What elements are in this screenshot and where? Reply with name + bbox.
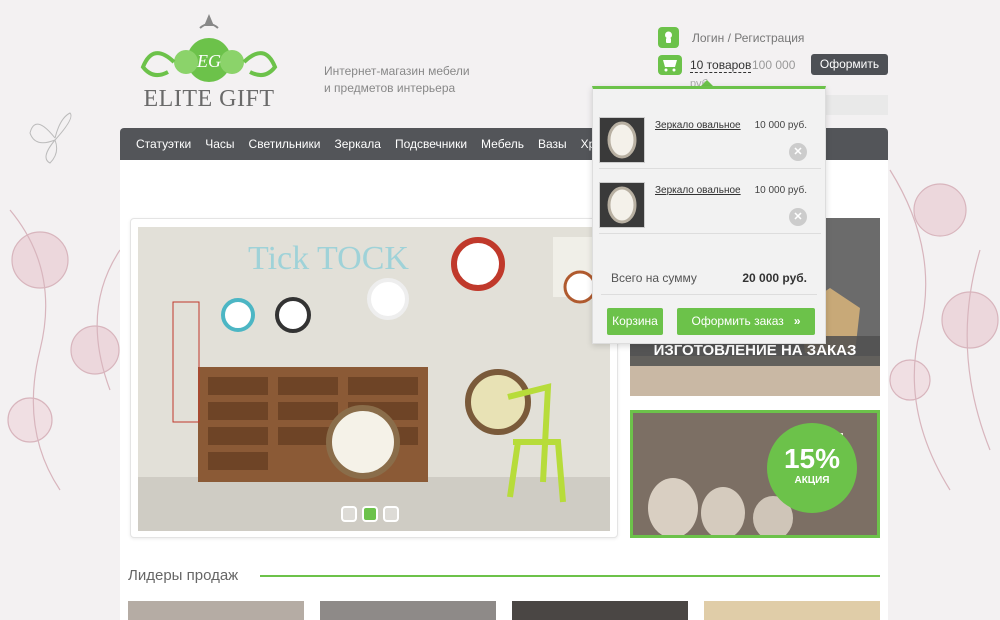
slider-dots — [341, 506, 399, 522]
total-label: Всего на сумму — [611, 271, 697, 285]
nav-item-clocks[interactable]: Часы — [205, 137, 234, 151]
cart-count-link[interactable]: 10 товаров — [690, 58, 752, 73]
logo-monogram: EG — [196, 51, 221, 71]
login-register-link[interactable]: Логин / Регистрация — [692, 31, 804, 45]
bestsellers-list — [128, 601, 880, 620]
slider-dot-1[interactable] — [341, 506, 357, 522]
cart-button[interactable]: Корзина — [607, 308, 663, 335]
cart-item: Зеркало овальное 10 000 руб. ✕ — [599, 176, 821, 234]
floral-decoration-left — [7, 209, 121, 491]
promo-banner[interactable]: 15% АКЦИЯ — [630, 410, 880, 538]
section-divider — [260, 575, 880, 577]
slider-dot-3[interactable] — [383, 506, 399, 522]
tagline-line1: Интернет-магазин мебели — [324, 64, 470, 78]
product-card[interactable] — [320, 601, 496, 620]
total-value: 20 000 руб. — [742, 271, 807, 285]
search-bar[interactable] — [820, 95, 888, 115]
remove-item-icon[interactable]: ✕ — [789, 208, 807, 226]
slider-dot-2[interactable] — [362, 506, 378, 522]
cart-item-price: 10 000 руб. — [754, 185, 807, 196]
product-card[interactable] — [512, 601, 688, 620]
product-card[interactable] — [128, 601, 304, 620]
dropdown-divider — [601, 294, 817, 295]
cart-item-thumbnail[interactable] — [599, 117, 645, 163]
cart-item-price: 10 000 руб. — [754, 120, 807, 131]
promo-label: АКЦИЯ — [794, 475, 830, 486]
product-card[interactable] — [704, 601, 880, 620]
hero-slider[interactable]: Tick TOCK — [130, 218, 618, 538]
butterfly-icon — [29, 112, 72, 164]
chevron-right-icon: » — [793, 314, 801, 328]
cart-dropdown: Зеркало овальное 10 000 руб. ✕ Зеркало о… — [592, 86, 826, 344]
slider-image: Tick TOCK — [138, 227, 610, 531]
tagline-line2: и предметов интерьера — [324, 81, 456, 95]
cart-icon[interactable] — [658, 55, 682, 75]
cart-sum: 100 000 — [752, 58, 796, 72]
user-icon[interactable] — [658, 27, 679, 48]
slide-headline: Tick TOCK — [248, 240, 409, 277]
bestsellers-title: Лидеры продаж — [128, 567, 239, 584]
site-tagline: Интернет-магазин мебели и предметов инте… — [324, 63, 494, 97]
nav-item-vases[interactable]: Вазы — [538, 137, 567, 151]
site-logo[interactable]: EG ELITE GIFT — [138, 12, 278, 112]
nav-item-lamps[interactable]: Светильники — [249, 137, 321, 151]
cart-item: Зеркало овальное 10 000 руб. ✕ — [599, 111, 821, 169]
floral-decoration-right — [889, 169, 999, 491]
place-order-button[interactable]: Оформить заказ » — [677, 308, 815, 335]
logo-text: ELITE GIFT — [143, 86, 275, 112]
nav-item-furniture[interactable]: Мебель — [481, 137, 524, 151]
logo-emblem-icon: EG — [140, 14, 278, 82]
cart-item-thumbnail[interactable] — [599, 182, 645, 228]
promo-badge: 15% АКЦИЯ — [767, 423, 857, 513]
nav-item-candlesticks[interactable]: Подсвечники — [395, 137, 467, 151]
checkout-button[interactable]: Оформить — [811, 54, 888, 75]
nav-item-figurines[interactable]: Статуэтки — [136, 137, 191, 151]
place-order-label: Оформить заказ — [691, 314, 784, 328]
cart-item-name[interactable]: Зеркало овальное — [655, 185, 741, 196]
promo-percent: 15% — [783, 443, 841, 474]
cart-item-name[interactable]: Зеркало овальное — [655, 120, 741, 131]
nav-item-mirrors[interactable]: Зеркала — [334, 137, 380, 151]
remove-item-icon[interactable]: ✕ — [789, 143, 807, 161]
